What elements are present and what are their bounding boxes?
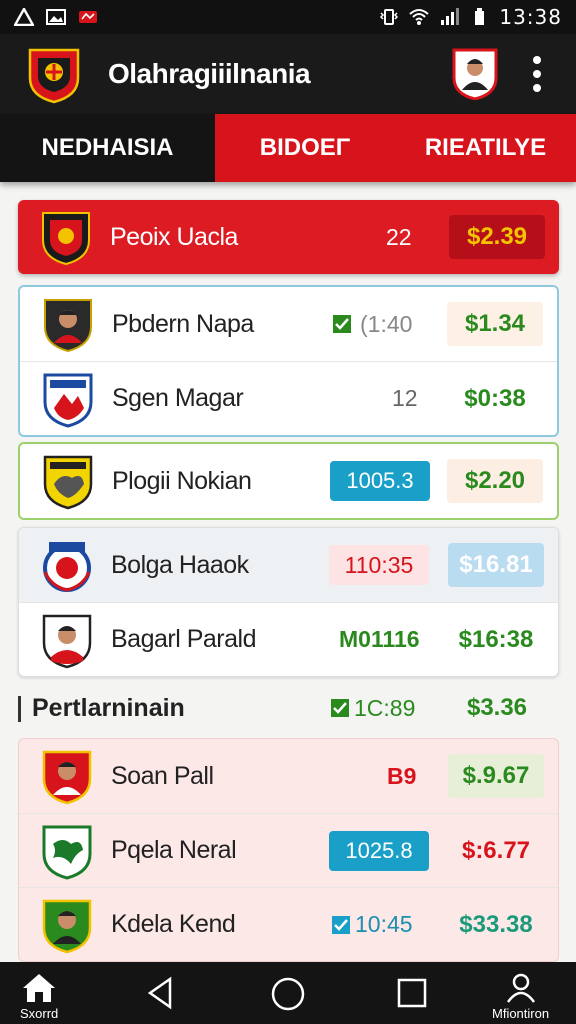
player-portrait-icon (42, 750, 92, 805)
player-row[interactable]: Pqela Neral 1025.8 $:6.77 (19, 813, 558, 887)
price-badge[interactable]: $2.20 (447, 459, 543, 503)
player-card[interactable]: Soan Pall B9 $.9.67 Pqela Neral 1025.8 $… (18, 738, 559, 962)
player-row[interactable]: Peoix Uacla 22 $2.39 (18, 200, 559, 274)
player-name: Pqela Neral (111, 836, 237, 864)
team-crest-icon (43, 455, 93, 510)
price-badge[interactable]: $16.81 (448, 543, 544, 587)
image-notification-icon (46, 9, 66, 25)
red-notification-icon (79, 11, 97, 23)
nav-home[interactable]: Sxorrd (20, 972, 58, 1021)
player-name: Bagarl Parald (111, 625, 256, 653)
player-portrait-icon (42, 614, 92, 669)
player-row[interactable]: Soan Pall B9 $.9.67 (19, 739, 558, 813)
player-name: Bolga Haaok (111, 550, 249, 579)
player-portrait-icon (44, 299, 92, 353)
player-name: Peoix Uacla (110, 222, 238, 251)
status-bar: 13:38 (0, 0, 576, 34)
check-icon (332, 916, 350, 934)
app-title: Olahragiiilnania (108, 58, 311, 89)
team-crest-icon (43, 373, 93, 428)
recents-icon[interactable] (396, 977, 428, 1009)
player-stat: 12 (392, 385, 418, 411)
price-badge[interactable]: $33.38 (448, 903, 544, 947)
vibrate-icon (380, 9, 399, 25)
section-header: Pertlarninain 1C:89 $3.36 (18, 686, 559, 730)
player-stat: B9 (387, 762, 417, 789)
player-portrait-icon (42, 899, 92, 954)
player-row[interactable]: Bolga Haaok 110:35 $16.81 (19, 528, 558, 602)
tab-nedhaisia[interactable]: NEDHAISIA (0, 114, 215, 182)
player-row[interactable]: Kdela Kend 10:45 $33.38 (19, 887, 558, 961)
app-notification-icon (14, 8, 34, 26)
player-card[interactable]: Peoix Uacla 22 $2.39 (18, 200, 559, 274)
player-stat: 10:45 (355, 911, 413, 937)
app-bar: Olahragiiilnania (0, 34, 576, 114)
nav-home-label: Sxorrd (20, 1006, 59, 1021)
player-name: Pbdern Napa (112, 309, 254, 338)
home-icon (23, 974, 56, 1002)
tab-bidoer[interactable]: BIDOEΓ (215, 114, 395, 182)
price-badge[interactable]: $1.34 (447, 302, 543, 346)
battery-icon (475, 8, 485, 25)
player-name: Sgen Magar (112, 384, 244, 412)
price-badge[interactable]: $0:38 (447, 376, 543, 421)
stat-badge: 110:35 (329, 545, 429, 585)
player-row[interactable]: Pbdern Napa (1:40 $1.34 (20, 287, 557, 361)
tab-rieatilye[interactable]: RIEATILYE (395, 114, 576, 182)
player-name: Kdela Kend (111, 910, 236, 938)
team-crest-icon (42, 212, 90, 266)
nav-profile-label: Mfiontiron (492, 1006, 550, 1021)
home-circle-icon[interactable] (270, 976, 306, 1012)
player-name: Plogii Nokian (112, 466, 252, 495)
bottom-nav-bar: Sxorrd Mfiontiron (0, 962, 576, 1024)
team-crest-icon (42, 825, 92, 880)
player-row[interactable]: Sgen Magar 12 $0:38 (20, 361, 557, 435)
wifi-icon (409, 9, 430, 25)
team-crest-icon (43, 542, 91, 592)
player-row[interactable]: Bagarl Parald M01116 $16:38 (19, 602, 558, 676)
tab-bar: NEDHAISIA BIDOEΓ RIEATILYE (0, 114, 576, 182)
price-badge[interactable]: $.9.67 (448, 754, 544, 798)
player-card[interactable]: Pbdern Napa (1:40 $1.34 Sgen Magar 12 $0… (18, 285, 559, 437)
section-stat: 1C:89 (354, 694, 416, 721)
player-card[interactable]: Plogii Nokian 1005.3 $2.20 (18, 442, 559, 520)
price-badge[interactable]: $16:38 (448, 617, 544, 662)
check-icon (333, 315, 351, 333)
player-row[interactable]: Plogii Nokian 1005.3 $2.20 (20, 444, 557, 518)
club-logo-icon[interactable] (24, 44, 84, 104)
section-divider (18, 696, 21, 722)
status-time: 13:38 (499, 5, 562, 29)
player-card[interactable]: Bolga Haaok 110:35 $16.81 Bagarl Parald … (18, 527, 559, 677)
price-badge[interactable]: $2.39 (449, 215, 545, 259)
back-icon[interactable] (146, 976, 174, 1010)
signal-icon (441, 8, 460, 25)
section-title: Pertlarninain (32, 693, 185, 722)
player-name: Soan Pall (111, 761, 214, 790)
player-stat: 22 (386, 223, 412, 250)
nav-profile[interactable]: Mfiontiron (492, 972, 549, 1021)
player-stat: (1:40 (360, 310, 413, 337)
stat-badge: 1025.8 (329, 830, 429, 871)
section-price: $3.36 (466, 694, 528, 721)
stat-badge: 1005.3 (330, 461, 430, 501)
price-badge[interactable]: $:6.77 (448, 829, 544, 873)
check-icon (331, 699, 349, 717)
overflow-menu-icon[interactable] (522, 54, 552, 94)
player-stat: M01116 (339, 626, 420, 652)
profile-avatar-icon[interactable] (452, 48, 498, 100)
person-icon (506, 973, 535, 1003)
